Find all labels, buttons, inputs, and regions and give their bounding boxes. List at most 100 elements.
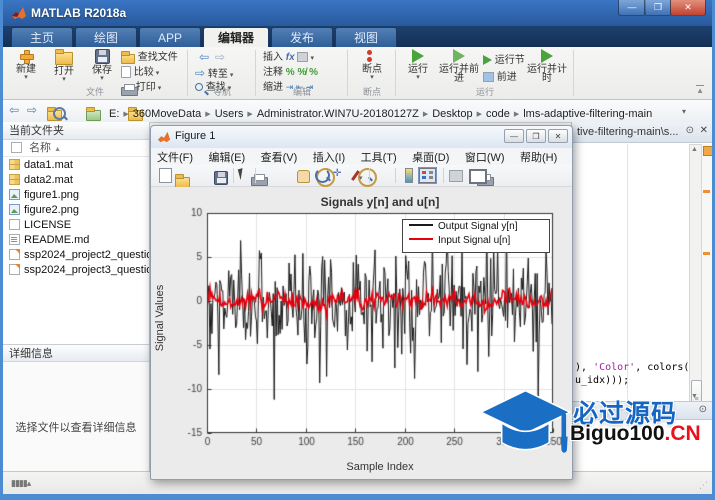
forward-icon[interactable]: ⇨: [215, 50, 225, 64]
browse-folder-icon[interactable]: [86, 110, 101, 121]
menu-file[interactable]: 文件(F): [157, 152, 193, 164]
tab-publish[interactable]: 发布: [271, 27, 333, 47]
image-file-icon: [9, 204, 20, 215]
file-row[interactable]: figure1.png: [3, 188, 149, 203]
matlab-logo-icon: [11, 5, 27, 21]
compare-button[interactable]: 比较: [121, 66, 159, 79]
figure-maximize-button[interactable]: ❒: [526, 129, 546, 143]
address-dropdown-icon[interactable]: ▾: [682, 107, 686, 116]
code-line[interactable]: u_idx)));: [575, 375, 629, 386]
menu-view[interactable]: 查看(V): [261, 152, 298, 164]
menu-help[interactable]: 帮助(H): [520, 152, 557, 164]
data-cursor-icon[interactable]: ✛: [333, 168, 348, 183]
insert-button[interactable]: 插入 fx: [263, 51, 314, 64]
save-button[interactable]: 保存: [83, 49, 121, 85]
editor-tab[interactable]: tive-filtering-main\s...: [577, 122, 678, 142]
mat-file-icon: [9, 174, 20, 185]
advance-button[interactable]: 前进: [483, 71, 517, 84]
rotate-3d-icon[interactable]: [315, 168, 330, 183]
ribbon-collapse-icon[interactable]: ▲: [696, 85, 704, 95]
open-button[interactable]: 打开: [45, 49, 83, 85]
comment-button[interactable]: 注释 % %̸ %: [263, 66, 318, 79]
save-figure-icon[interactable]: [214, 171, 228, 185]
arrow-cursor-icon[interactable]: [238, 167, 251, 180]
legend-line-black: [409, 224, 433, 226]
panel-menu-icon[interactable]: ⊙: [699, 404, 707, 415]
scroll-down-icon[interactable]: ▼: [691, 393, 698, 400]
run-icon: [412, 49, 424, 63]
current-folder-header[interactable]: 当前文件夹: [3, 122, 149, 140]
code-line[interactable]: ), 'Color', colors(m: [575, 362, 695, 373]
menu-desktop[interactable]: 桌面(D): [412, 152, 449, 164]
pan-hand-icon[interactable]: [297, 170, 310, 183]
plot-legend[interactable]: Output Signal y[n] Input Signal u[n]: [402, 219, 550, 253]
mfile-icon: [9, 249, 20, 260]
scroll-up-icon[interactable]: ▲: [691, 146, 698, 153]
figure-close-button[interactable]: ✕: [548, 129, 568, 143]
tab-editor[interactable]: 编辑器: [203, 27, 269, 47]
undock-icon[interactable]: [469, 169, 487, 184]
goto-icon: ⇨: [195, 66, 205, 80]
colorbar-icon[interactable]: [405, 168, 413, 183]
tab-apps[interactable]: APP: [139, 27, 201, 47]
menu-edit[interactable]: 编辑(E): [209, 152, 246, 164]
file-row[interactable]: ssp2024_project2_questio: [3, 248, 149, 263]
open-file-icon[interactable]: [175, 177, 190, 188]
legend-toggle-icon[interactable]: [419, 168, 436, 183]
run-time-button[interactable]: 运行并计时: [525, 49, 569, 85]
analyzer-status-icon[interactable]: [703, 146, 713, 156]
back-icon[interactable]: ⇦: [199, 50, 209, 64]
open-folder-icon: [55, 52, 73, 65]
mat-file-icon: [9, 159, 20, 170]
resize-grip[interactable]: ⋰: [699, 480, 708, 491]
status-toggle-icon[interactable]: ▮▮▮▮▴: [11, 478, 30, 489]
mfile-icon: [9, 264, 20, 275]
file-row[interactable]: data2.mat: [3, 173, 149, 188]
goto-button[interactable]: ⇨ 转至: [195, 66, 233, 79]
figure-title-bar[interactable]: Figure 1 — ❒ ✕: [151, 126, 572, 149]
name-column-header[interactable]: 名称 ▲: [3, 140, 149, 157]
file-row[interactable]: figure2.png: [3, 203, 149, 218]
tab-view[interactable]: 视图: [335, 27, 397, 47]
nav-forward-icon[interactable]: ⇨: [27, 103, 37, 117]
minimize-button[interactable]: —: [618, 0, 646, 16]
file-row[interactable]: data1.mat: [3, 158, 149, 173]
print-figure-icon[interactable]: [251, 174, 264, 184]
file-icon: [9, 219, 20, 230]
warning-marker[interactable]: [703, 252, 710, 255]
file-row[interactable]: LICENSE: [3, 218, 149, 233]
address-search-icon[interactable]: [53, 107, 66, 120]
image-file-icon: [9, 189, 20, 200]
breakpoints-icon: [366, 49, 378, 63]
brush-dropdown-icon[interactable]: ▾: [359, 174, 363, 182]
tab-actions-icon[interactable]: ⊙: [686, 125, 694, 136]
nav-back-icon[interactable]: ⇦: [9, 103, 19, 117]
new-script-button[interactable]: 新建: [7, 49, 45, 85]
maximize-button[interactable]: ❒: [644, 0, 672, 16]
breakpoints-button[interactable]: 断点: [353, 49, 391, 85]
tab-plots[interactable]: 绘图: [75, 27, 137, 47]
file-column-icon: [11, 142, 22, 153]
run-button[interactable]: 运行: [401, 49, 435, 85]
tab-close-icon[interactable]: ✕: [700, 125, 708, 136]
menu-tools[interactable]: 工具(T): [361, 152, 397, 164]
menu-insert[interactable]: 插入(I): [313, 152, 345, 164]
new-figure-icon[interactable]: [159, 168, 172, 183]
file-row[interactable]: README.md: [3, 233, 149, 248]
editor-vscrollbar[interactable]: ▲ ≡ ▼: [689, 144, 702, 402]
figure-minimize-button[interactable]: —: [504, 129, 524, 143]
comment-percent-icon: % %̸ %: [286, 67, 318, 78]
close-button[interactable]: ✕: [670, 0, 706, 16]
file-row[interactable]: ssp2024_project3_questio: [3, 263, 149, 278]
warning-marker[interactable]: [703, 190, 710, 193]
dock-figure-icon[interactable]: [449, 170, 463, 182]
menu-window[interactable]: 窗口(W): [465, 152, 505, 164]
fx-icon: fx: [286, 52, 295, 63]
find-files-button[interactable]: 查找文件: [121, 51, 178, 64]
tab-home[interactable]: 主页: [11, 27, 73, 47]
details-header[interactable]: 详细信息: [3, 344, 149, 362]
details-message: 选择文件以查看详细信息: [3, 419, 149, 435]
run-advance-button[interactable]: 运行并前进: [437, 49, 481, 85]
breadcrumb[interactable]: E:▶360MoveData▶Users▶Administrator.WIN7U…: [109, 104, 652, 122]
run-section-button[interactable]: 运行节: [483, 54, 525, 67]
